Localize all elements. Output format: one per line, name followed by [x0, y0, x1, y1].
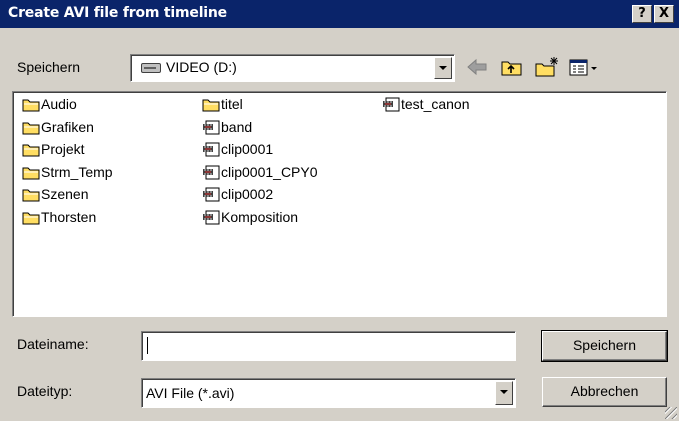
avi-file-icon — [203, 120, 220, 134]
folder-icon — [22, 144, 40, 157]
item-name: clip0002 — [221, 186, 274, 202]
chevron-down-icon[interactable] — [434, 57, 452, 79]
save-in-label: Speichern — [17, 59, 81, 75]
cancel-button[interactable]: Abbrechen — [542, 377, 667, 407]
item-name: Grafiken — [41, 118, 94, 135]
item-name: Audio — [41, 96, 77, 112]
avi-file-icon — [203, 165, 220, 179]
item-name: Thorsten — [41, 208, 97, 225]
file-list[interactable]: Audio Grafiken Projekt Strm_Temp Szenen Thors… — [12, 91, 667, 317]
drive-icon — [141, 63, 161, 73]
help-button[interactable]: ? — [632, 5, 652, 23]
view-menu-button[interactable] — [568, 56, 602, 78]
filetype-value: AVI File (*.avi) — [146, 385, 235, 401]
item-name: titel — [221, 96, 243, 112]
avi-file-icon — [383, 97, 400, 112]
chevron-down-icon[interactable] — [495, 381, 513, 405]
item-name: test_canon — [401, 96, 470, 112]
save-in-dropdown[interactable]: VIDEO (D:) — [130, 54, 455, 82]
dialog-title: Create AVI file from timeline — [8, 5, 227, 21]
item-name: Szenen — [41, 186, 89, 202]
up-folder-button[interactable] — [500, 56, 524, 78]
new-folder-button[interactable] — [534, 56, 560, 78]
item-name: band — [221, 118, 253, 135]
back-button[interactable] — [465, 56, 489, 78]
item-name: Strm_Temp — [41, 163, 113, 180]
folder-icon — [22, 122, 40, 134]
close-button[interactable]: X — [654, 5, 674, 23]
folder-up-icon — [501, 61, 522, 76]
avi-file-icon — [203, 210, 220, 224]
view-menu-icon — [569, 59, 597, 76]
folder-icon — [22, 99, 40, 112]
folder-icon — [202, 99, 220, 112]
filename-input[interactable] — [141, 331, 516, 361]
filetype-label: Dateityp: — [17, 383, 73, 399]
item-name: Projekt — [41, 141, 85, 157]
save-in-value: VIDEO (D:) — [166, 59, 237, 75]
avi-file-icon — [203, 142, 220, 157]
item-name: Komposition — [221, 208, 299, 225]
filetype-dropdown[interactable]: AVI File (*.avi) — [141, 378, 516, 408]
folder-icon — [22, 167, 40, 179]
folder-icon — [22, 189, 40, 202]
back-arrow-icon — [467, 58, 487, 76]
title-bar[interactable]: Create AVI file from timeline ? X — [0, 0, 679, 28]
text-caret — [147, 337, 148, 354]
save-button[interactable]: Speichern — [541, 330, 668, 362]
new-folder-icon — [535, 57, 558, 77]
folder-icon — [22, 212, 40, 224]
save-dialog: Create AVI file from timeline ? X Speich… — [0, 0, 679, 421]
item-name: clip0001 — [221, 141, 274, 157]
resize-grip[interactable] — [665, 407, 677, 419]
filename-label: Dateiname: — [17, 336, 89, 352]
item-name: clip0001_CPY0 — [221, 163, 318, 180]
avi-file-icon — [203, 187, 220, 202]
